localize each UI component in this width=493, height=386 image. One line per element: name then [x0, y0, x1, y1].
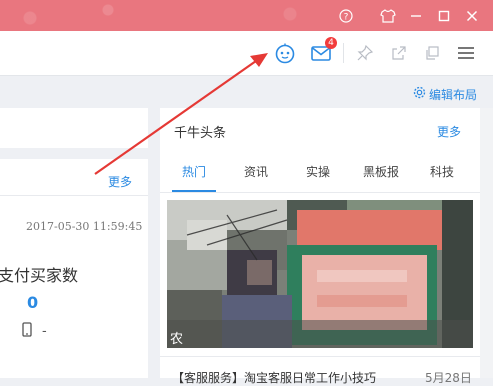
- news-panel: 千牛头条 更多 热门 资讯 实操 黑板报 科技 农: [160, 108, 480, 378]
- left-panel-top: [0, 108, 148, 148]
- image-caption: 农: [170, 332, 184, 347]
- edit-layout-label: 编辑布局: [428, 87, 477, 102]
- pin-icon[interactable]: [351, 31, 379, 75]
- tab-practice[interactable]: 实操: [298, 163, 338, 193]
- close-icon[interactable]: [460, 0, 484, 31]
- news-panel-title: 千牛头条: [174, 126, 227, 141]
- active-tab-indicator: [172, 190, 216, 192]
- tab-blackboard[interactable]: 黑板报: [356, 163, 406, 193]
- top-toolbar: 4: [0, 31, 493, 76]
- mobile-stat-row: -: [22, 322, 47, 341]
- svg-text:?: ?: [344, 12, 349, 22]
- skin-icon[interactable]: [376, 0, 400, 31]
- help-icon[interactable]: ?: [334, 0, 358, 31]
- paying-buyers-value: 0: [27, 293, 39, 312]
- toolbar-divider: [343, 43, 344, 63]
- pixelated-photo: [167, 200, 473, 348]
- tab-hot[interactable]: 热门: [172, 163, 216, 193]
- gear-icon: [413, 86, 426, 102]
- copy-window-icon[interactable]: [418, 31, 446, 75]
- hamburger-menu-icon[interactable]: [452, 31, 480, 75]
- popout-icon[interactable]: [385, 31, 413, 75]
- robot-face-icon[interactable]: [271, 31, 299, 75]
- scrollbar[interactable]: [480, 108, 493, 378]
- news-more-link[interactable]: 更多: [437, 123, 461, 140]
- edit-layout-link[interactable]: 编辑布局: [413, 86, 477, 102]
- mail-badge: 4: [325, 37, 337, 49]
- paying-buyers-label: 支付买家数: [0, 266, 79, 285]
- left-panel-divider: [0, 195, 148, 196]
- tab-tech[interactable]: 科技: [422, 163, 462, 193]
- mobile-phone-icon: [22, 322, 32, 341]
- left-more-link[interactable]: 更多: [108, 173, 132, 190]
- mobile-stat-value: -: [42, 324, 47, 339]
- minimize-icon[interactable]: [404, 0, 428, 31]
- title-bar: ?: [0, 0, 493, 31]
- news-divider: [160, 356, 480, 357]
- news-tabs: 热门 资讯 实操 黑板报 科技: [160, 163, 480, 193]
- update-time: 2017-05-30 11:59:45: [26, 220, 143, 233]
- featured-news-image[interactable]: 农: [167, 200, 473, 348]
- maximize-icon[interactable]: [432, 0, 456, 31]
- tabs-divider: [160, 192, 480, 193]
- tab-news[interactable]: 资讯: [236, 163, 276, 193]
